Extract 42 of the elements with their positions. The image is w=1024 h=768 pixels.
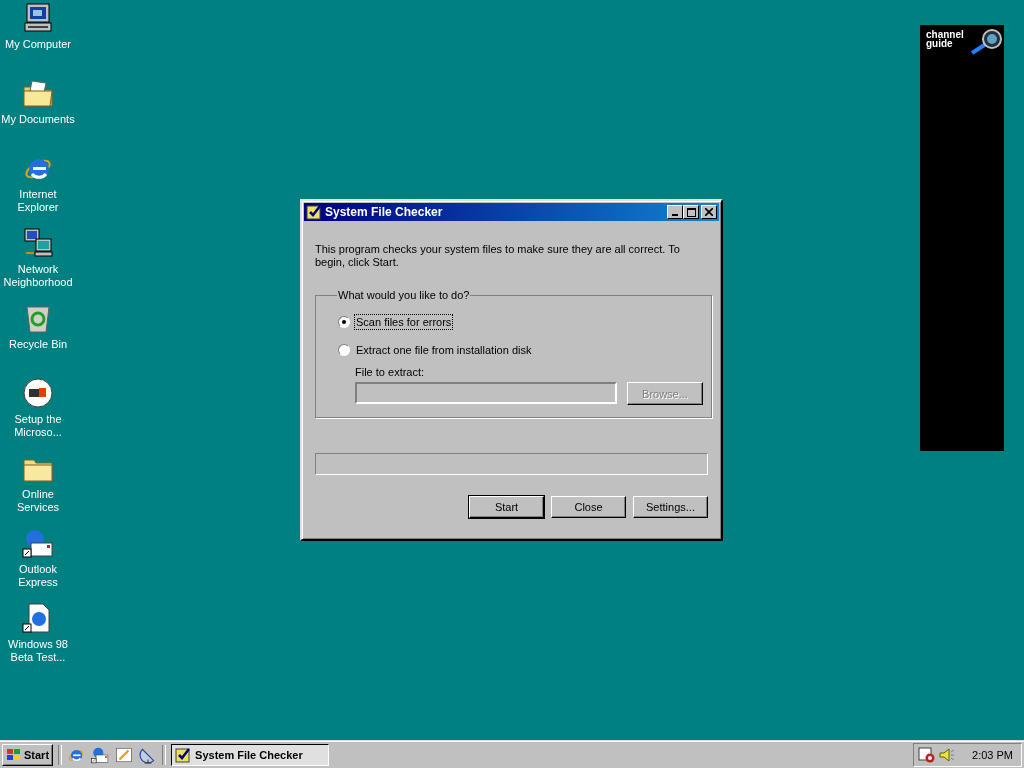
- close-button[interactable]: [701, 205, 717, 219]
- channel-guide-text[interactable]: guide: [926, 39, 964, 48]
- desktop-icon-label[interactable]: Setup the Microso...: [1, 413, 75, 439]
- maximize-icon: [686, 207, 696, 217]
- radio-button[interactable]: [338, 343, 350, 356]
- logo-icon: [22, 377, 54, 409]
- group-label: What would you like to do?: [337, 289, 471, 301]
- desktop-icon-label[interactable]: Online Services: [1, 488, 75, 514]
- desktop-icon-label[interactable]: Internet Explorer: [1, 188, 75, 214]
- checkbox-icon: [175, 746, 192, 763]
- channel-guide-text[interactable]: channel: [926, 30, 964, 39]
- dialog-button[interactable]: Close: [551, 496, 626, 518]
- mail-icon: [22, 527, 54, 559]
- scheduler-icon[interactable]: [918, 746, 937, 763]
- speaker-icon[interactable]: [939, 746, 956, 763]
- computer-icon: [22, 2, 54, 34]
- radio-button[interactable]: [338, 315, 350, 328]
- network-icon: [22, 227, 54, 259]
- window-title: System File Checker: [325, 205, 444, 219]
- option-label[interactable]: Extract one file from installation disk: [354, 341, 534, 358]
- maximize-button[interactable]: [683, 205, 699, 219]
- folder-icon: [22, 77, 54, 109]
- intro-text: This program checks your system files to make sure they are all correct. To begin, click Start.: [315, 243, 681, 269]
- desktop-icon[interactable]: [115, 745, 134, 764]
- desktop-icon-label[interactable]: Network Neighborhood: [1, 263, 75, 289]
- minimize-button[interactable]: [667, 205, 683, 219]
- start-button[interactable]: Start: [2, 743, 54, 766]
- option-label[interactable]: Scan files for errors: [354, 313, 454, 330]
- close-icon: [705, 208, 713, 216]
- desktop-icon-label[interactable]: Windows 98 Beta Test...: [1, 638, 75, 664]
- checkbox-icon: [306, 204, 322, 220]
- desktop-icon-label[interactable]: Outlook Express: [1, 563, 75, 589]
- field-label: File to extract:: [355, 366, 426, 378]
- desktop-icon-label[interactable]: My Computer: [1, 38, 75, 51]
- windows-logo-icon: [6, 747, 22, 762]
- dialog-button[interactable]: Start: [469, 496, 544, 518]
- dialog-button[interactable]: Settings...: [633, 496, 708, 518]
- desktop-icon-label[interactable]: Recycle Bin: [1, 338, 75, 351]
- taskbar-button[interactable]: System File Checker: [171, 743, 330, 766]
- clock: 2:03 PM: [972, 748, 1013, 761]
- mail-icon: [91, 745, 110, 764]
- desktop-icon-label[interactable]: My Documents: [1, 113, 75, 126]
